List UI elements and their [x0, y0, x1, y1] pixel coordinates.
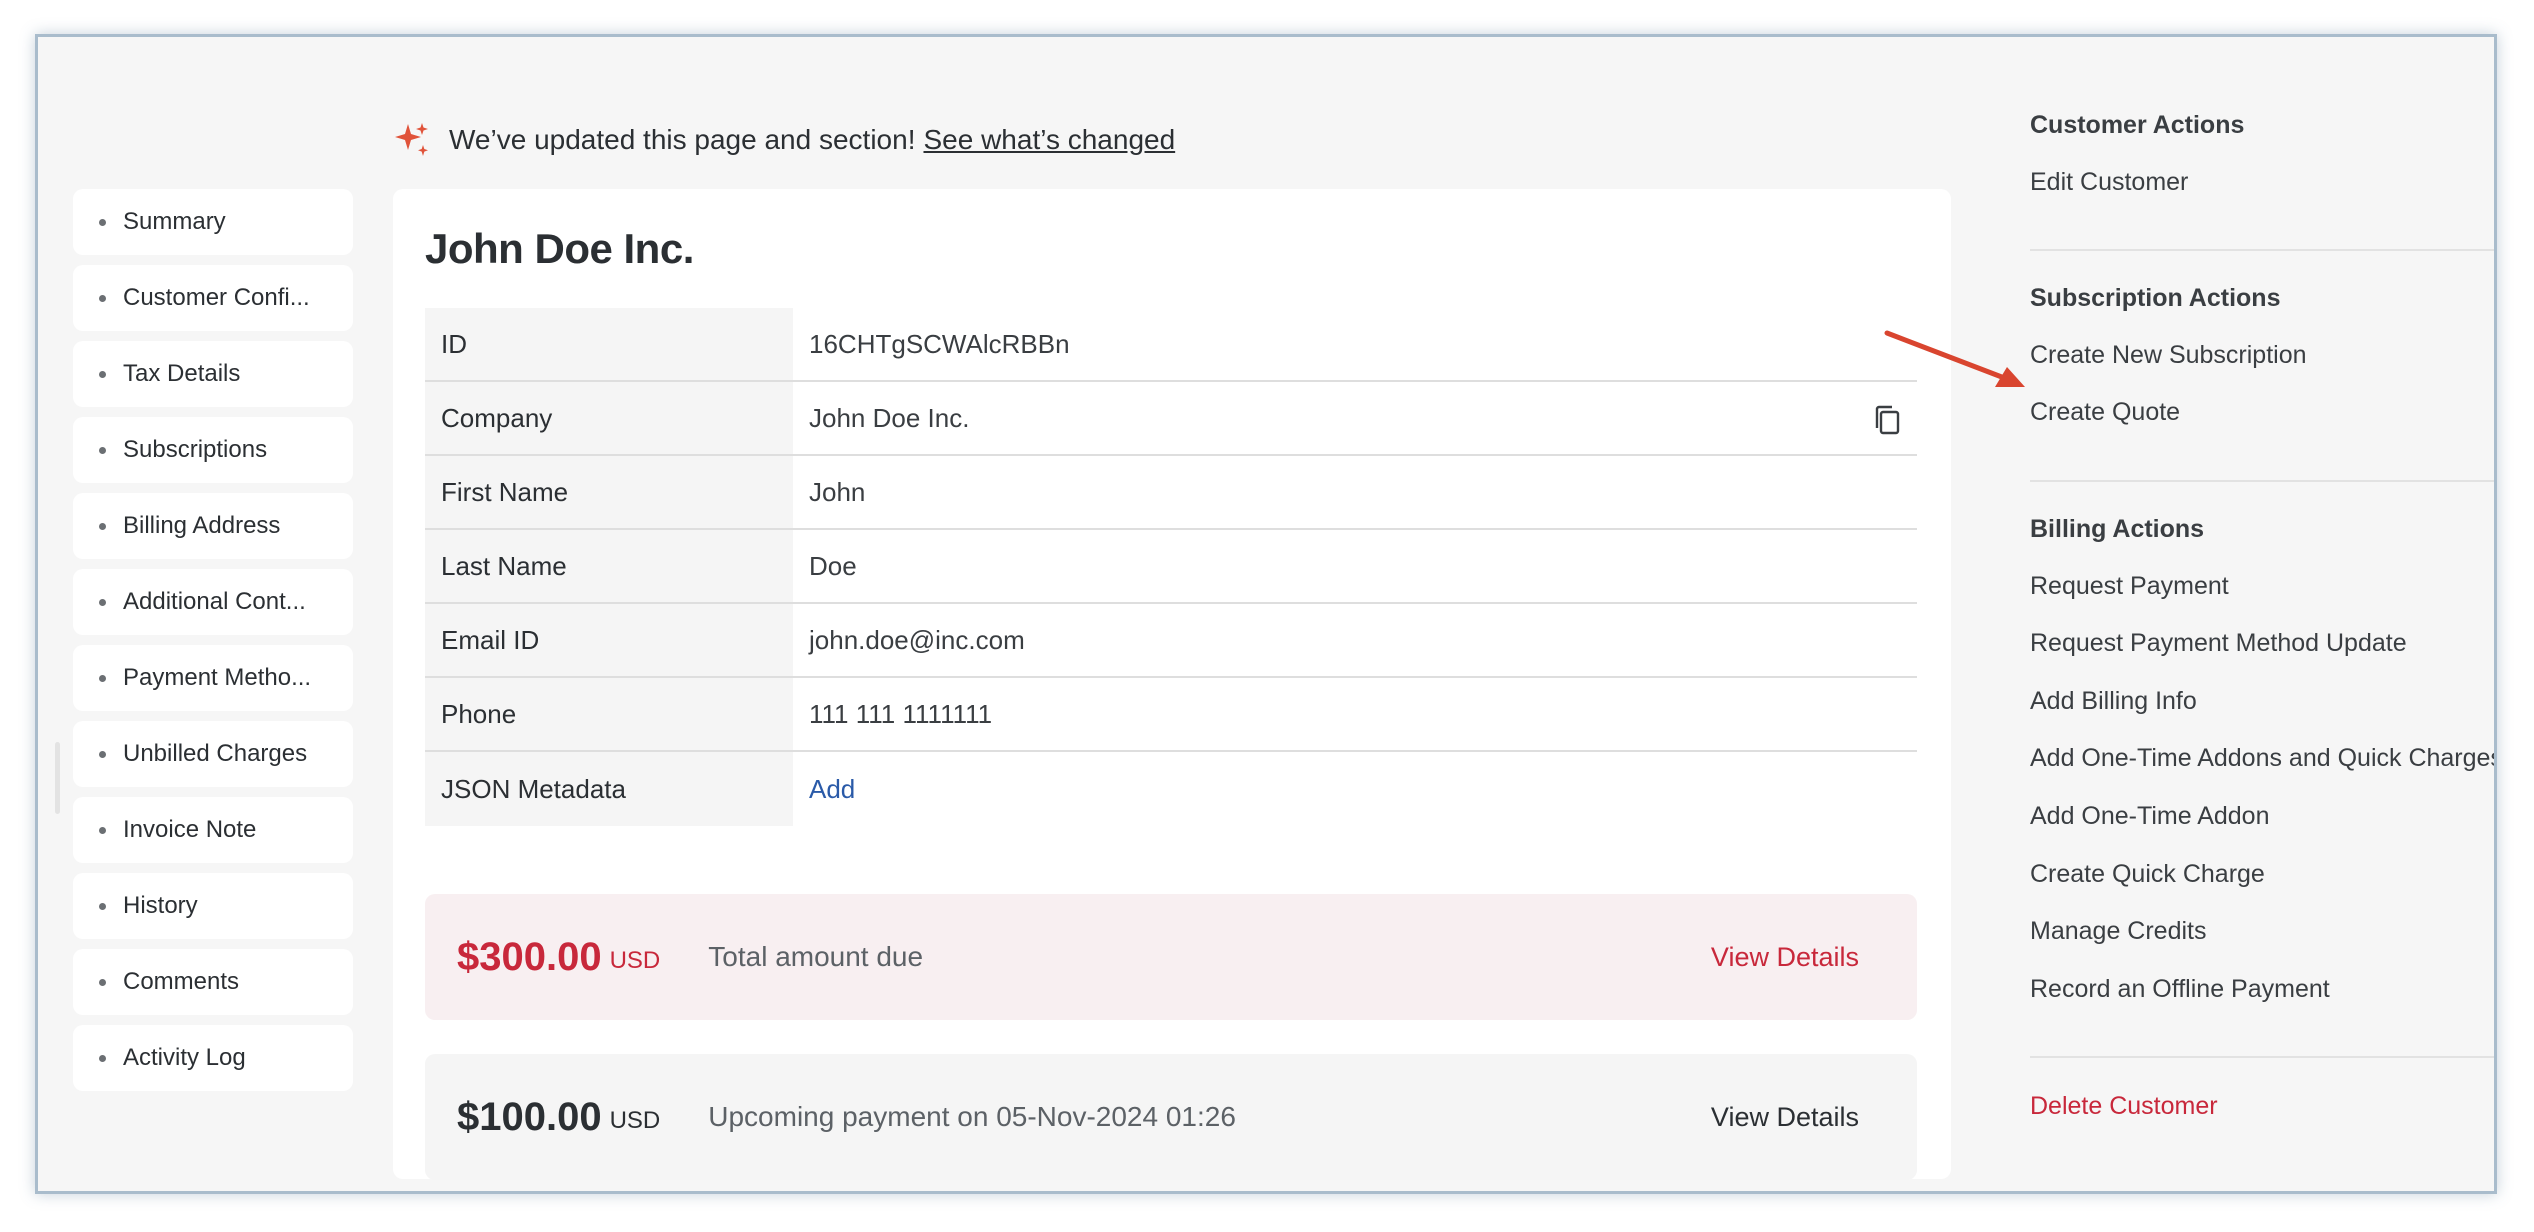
upcoming-currency: USD — [609, 1107, 661, 1134]
nav-item-invoice-note[interactable]: Invoice Note — [73, 797, 353, 863]
detail-label: Email ID — [425, 604, 793, 676]
nav-item-billing-address[interactable]: Billing Address — [73, 493, 353, 559]
nav-item-unbilled-charges[interactable]: Unbilled Charges — [73, 721, 353, 787]
subscription-actions-heading: Subscription Actions — [2030, 284, 2281, 312]
bullet-icon — [99, 750, 106, 758]
bullet-icon — [99, 978, 106, 986]
whats-changed-link[interactable]: See what’s changed — [923, 124, 1175, 156]
create-quote-link[interactable]: Create Quote — [2030, 398, 2180, 427]
add-addons-quick-charges-link[interactable]: Add One-Time Addons and Quick Charges — [2030, 744, 2494, 773]
scrollbar-handle[interactable] — [55, 742, 60, 814]
add-metadata-link[interactable]: Add — [793, 752, 1917, 826]
detail-label: JSON Metadata — [425, 752, 793, 826]
edit-customer-link[interactable]: Edit Customer — [2030, 168, 2188, 197]
nav-item-customer-config[interactable]: Customer Confi... — [73, 265, 353, 331]
detail-row-email: Email ID john.doe@inc.com — [425, 604, 1917, 678]
record-offline-payment-link[interactable]: Record an Offline Payment — [2030, 975, 2330, 1004]
due-amount: $300.00 — [457, 934, 602, 979]
bullet-icon — [99, 294, 106, 302]
bullet-icon — [99, 522, 106, 530]
bullet-icon — [99, 370, 106, 378]
manage-credits-link[interactable]: Manage Credits — [2030, 917, 2206, 946]
customer-actions-heading: Customer Actions — [2030, 111, 2245, 139]
divider — [2030, 249, 2494, 251]
section-nav: Summary Customer Confi... Tax Details Su… — [73, 189, 353, 1101]
due-currency: USD — [609, 947, 661, 974]
banner-text: We’ve updated this page and section! — [449, 124, 916, 155]
annotation-arrow-icon — [1884, 330, 2025, 387]
customer-details-table: ID 16CHTgSCWAlcRBBn Company John Doe Inc… — [425, 308, 1917, 826]
bullet-icon — [99, 218, 106, 226]
request-payment-method-update-link[interactable]: Request Payment Method Update — [2030, 629, 2407, 658]
add-one-time-addon-link[interactable]: Add One-Time Addon — [2030, 802, 2270, 831]
sparkle-icon — [395, 123, 428, 156]
customer-summary-card: John Doe Inc. ID 16CHTgSCWAlcRBBn Compan… — [393, 189, 1951, 1180]
nav-item-activity-log[interactable]: Activity Log — [73, 1025, 353, 1091]
detail-label: ID — [425, 308, 793, 380]
create-quick-charge-link[interactable]: Create Quick Charge — [2030, 860, 2265, 889]
amount-due-box: $300.00 USD Total amount due View Detail… — [425, 894, 1917, 1020]
nav-item-summary[interactable]: Summary — [73, 189, 353, 255]
billing-actions-heading: Billing Actions — [2030, 515, 2205, 543]
nav-item-history[interactable]: History — [73, 873, 353, 939]
upcoming-amount: $100.00 — [457, 1094, 602, 1139]
update-banner: We’ve updated this page and section! See… — [393, 115, 1175, 165]
app-window: We’ve updated this page and section! See… — [35, 34, 2497, 1194]
upcoming-view-details-link[interactable]: View Details — [1711, 1102, 1859, 1133]
due-view-details-link[interactable]: View Details — [1711, 942, 1859, 973]
upcoming-description: Upcoming payment on 05-Nov-2024 01:26 — [708, 1101, 1236, 1132]
detail-value: John Doe Inc. — [809, 402, 970, 433]
bullet-icon — [99, 1054, 106, 1062]
copy-icon[interactable] — [1873, 405, 1903, 437]
nav-item-tax-details[interactable]: Tax Details — [73, 341, 353, 407]
nav-item-comments[interactable]: Comments — [73, 949, 353, 1015]
nav-item-payment-methods[interactable]: Payment Metho... — [73, 645, 353, 711]
nav-item-additional-contacts[interactable]: Additional Cont... — [73, 569, 353, 635]
divider — [2030, 1056, 2494, 1058]
detail-row-phone: Phone 111 111 1111111 — [425, 678, 1917, 752]
detail-value: john.doe@inc.com — [809, 624, 1025, 655]
detail-label: Last Name — [425, 530, 793, 602]
bullet-icon — [99, 826, 106, 834]
detail-value: 111 111 1111111 — [809, 698, 993, 729]
detail-value: Doe — [809, 550, 857, 581]
request-payment-link[interactable]: Request Payment — [2030, 572, 2229, 601]
detail-row-first-name: First Name John — [425, 456, 1917, 530]
detail-value: John — [809, 476, 866, 507]
detail-value: 16CHTgSCWAlcRBBn — [809, 328, 1070, 359]
detail-row-id: ID 16CHTgSCWAlcRBBn — [425, 308, 1917, 382]
detail-label: First Name — [425, 456, 793, 528]
due-description: Total amount due — [708, 941, 924, 972]
bullet-icon — [99, 902, 106, 910]
detail-label: Phone — [425, 678, 793, 750]
bullet-icon — [99, 446, 106, 454]
nav-item-subscriptions[interactable]: Subscriptions — [73, 417, 353, 483]
delete-customer-link[interactable]: Delete Customer — [2030, 1092, 2218, 1121]
detail-label: Company — [425, 382, 793, 454]
bullet-icon — [99, 674, 106, 682]
detail-row-company: Company John Doe Inc. — [425, 382, 1917, 456]
detail-row-last-name: Last Name Doe — [425, 530, 1917, 604]
upcoming-payment-box: $100.00 USD Upcoming payment on 05-Nov-2… — [425, 1054, 1917, 1180]
add-billing-info-link[interactable]: Add Billing Info — [2030, 687, 2197, 716]
customer-name-title: John Doe Inc. — [425, 225, 694, 272]
divider — [2030, 480, 2494, 482]
bullet-icon — [99, 598, 106, 606]
create-new-subscription-link[interactable]: Create New Subscription — [2030, 341, 2307, 370]
detail-row-json-metadata: JSON Metadata Add — [425, 752, 1917, 826]
